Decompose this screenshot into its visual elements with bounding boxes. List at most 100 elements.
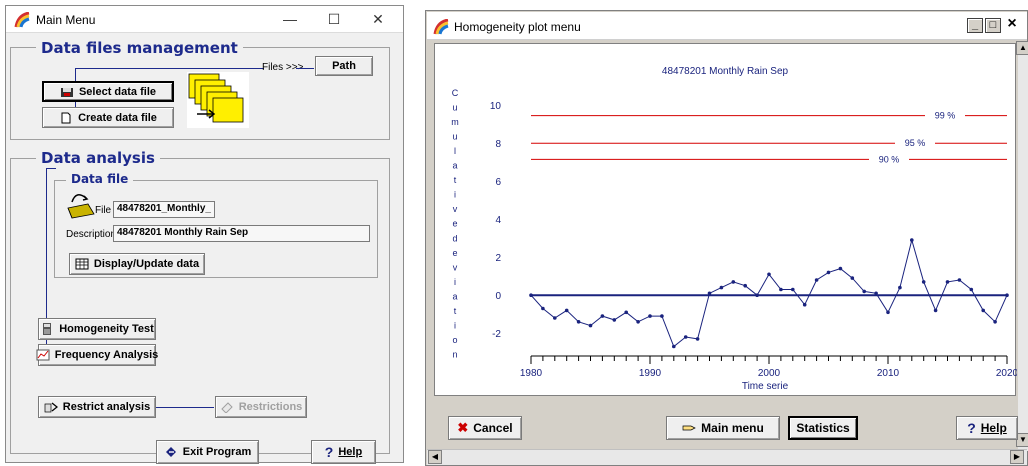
help-button[interactable]: ? Help bbox=[956, 416, 1018, 440]
x-tick-label: 2000 bbox=[758, 368, 781, 379]
select-data-file-button[interactable]: Select data file bbox=[42, 81, 174, 102]
scroll-up-arrow[interactable]: ▲ bbox=[1016, 41, 1028, 55]
data-point bbox=[862, 289, 866, 294]
app-icon bbox=[433, 19, 449, 35]
threshold-lines: 99 % 95 % 90 % bbox=[531, 111, 1007, 164]
data-point bbox=[767, 272, 771, 277]
data-point bbox=[624, 310, 628, 315]
data-point bbox=[576, 320, 581, 324]
file-field[interactable]: 48478201_Monthly_ bbox=[113, 201, 215, 218]
title-bar[interactable]: Homogeneity plot menu _ □ × bbox=[427, 12, 1027, 40]
restrictions-label: Restrictions bbox=[238, 401, 303, 413]
exit-program-button[interactable]: Exit Program bbox=[156, 440, 259, 464]
data-point bbox=[969, 287, 974, 292]
data-point bbox=[755, 293, 759, 297]
create-data-file-button[interactable]: Create data file bbox=[42, 107, 174, 128]
scroll-left-arrow[interactable]: ◀ bbox=[428, 450, 442, 464]
help-icon: ? bbox=[324, 444, 334, 460]
connector-line bbox=[75, 68, 76, 82]
y-tick-label: -2 bbox=[492, 329, 501, 340]
plot-area: 48478201 Monthly Rain Sep Cumulativedevi… bbox=[434, 43, 1019, 396]
window-title: Main Menu bbox=[36, 13, 96, 27]
minimize-button[interactable]: — bbox=[268, 6, 312, 33]
close-button[interactable]: × bbox=[1004, 16, 1020, 33]
cancel-button[interactable]: ✖ Cancel bbox=[448, 416, 522, 440]
disk-icon bbox=[60, 87, 73, 97]
series-line bbox=[530, 238, 1008, 348]
data-point bbox=[838, 266, 843, 271]
data-point bbox=[588, 323, 593, 328]
data-point bbox=[981, 308, 985, 313]
cancel-icon: ✖ bbox=[457, 420, 469, 435]
minimize-button[interactable]: _ bbox=[967, 18, 983, 33]
y-axis-label-char: i bbox=[454, 277, 456, 287]
data-point bbox=[921, 280, 926, 284]
data-point bbox=[957, 278, 962, 282]
data-analysis-group-title: Data analysis bbox=[36, 149, 160, 167]
description-field[interactable]: 48478201 Monthly Rain Sep bbox=[113, 225, 370, 242]
x-tick-label: 1990 bbox=[639, 368, 662, 379]
frequency-analysis-button[interactable]: Frequency Analysis bbox=[36, 344, 158, 366]
threshold-label: 90 % bbox=[879, 154, 900, 164]
connector-line bbox=[75, 68, 264, 69]
y-tick-label: 8 bbox=[495, 139, 501, 150]
data-file-group-title: Data file bbox=[66, 172, 134, 186]
help-label: Help bbox=[338, 446, 363, 458]
y-axis-label-char: v bbox=[453, 262, 458, 272]
connector-line bbox=[46, 168, 56, 169]
x-tick-label: 2020 bbox=[996, 368, 1017, 379]
y-tick-label: 2 bbox=[495, 253, 501, 264]
homogeneity-test-button[interactable]: Homogeneity Test bbox=[38, 318, 156, 340]
help-button[interactable]: ? Help bbox=[311, 440, 376, 464]
maximize-button[interactable]: □ bbox=[985, 18, 1001, 33]
connector-line bbox=[296, 68, 314, 69]
display-update-data-button[interactable]: Display/Update data bbox=[69, 253, 205, 275]
y-axis-label-char: u bbox=[452, 132, 457, 142]
help-label: Help bbox=[980, 421, 1007, 435]
vertical-scrollbar[interactable]: ▲ ▼ bbox=[1016, 41, 1028, 451]
title-bar[interactable]: Main Menu — ☐ ✕ bbox=[6, 6, 403, 33]
data-point bbox=[600, 314, 605, 318]
exit-icon bbox=[165, 447, 176, 457]
y-axis-label-char: t bbox=[454, 306, 457, 316]
data-point bbox=[731, 280, 736, 284]
scroll-right-arrow[interactable]: ▶ bbox=[1010, 450, 1024, 464]
y-axis-label: Cumulativedeviation bbox=[451, 88, 459, 359]
restrictions-button[interactable]: Restrictions bbox=[215, 396, 307, 418]
data-files-group-title: Data files management bbox=[36, 39, 243, 57]
select-data-file-label: Select data file bbox=[78, 85, 157, 98]
homogeneity-plot-window: Homogeneity plot menu _ □ × 48478201 Mon… bbox=[425, 10, 1028, 466]
data-point bbox=[933, 308, 938, 313]
data-point bbox=[564, 308, 569, 313]
homogeneity-test-label: Homogeneity Test bbox=[59, 323, 154, 335]
data-point bbox=[719, 285, 724, 290]
main-menu-button[interactable]: Main menu bbox=[666, 416, 780, 440]
pointing-hand-icon bbox=[682, 425, 696, 431]
table-icon bbox=[75, 258, 89, 270]
y-axis-label-char: e bbox=[452, 219, 457, 229]
data-point bbox=[707, 291, 712, 296]
statistics-button[interactable]: Statistics bbox=[788, 416, 858, 440]
y-axis-label-char: a bbox=[452, 161, 457, 171]
data-series bbox=[529, 238, 1009, 349]
data-point bbox=[660, 314, 664, 318]
data-point bbox=[636, 320, 640, 324]
horizontal-scrollbar[interactable]: ◀ ▶ bbox=[427, 449, 1027, 465]
restrict-analysis-button[interactable]: Restrict analysis bbox=[38, 396, 156, 418]
y-tick-label: 4 bbox=[495, 215, 501, 226]
maximize-button[interactable]: ☐ bbox=[312, 6, 356, 33]
data-point bbox=[874, 291, 878, 296]
path-button-label: Path bbox=[332, 60, 356, 72]
close-button[interactable]: ✕ bbox=[356, 6, 400, 33]
new-file-icon bbox=[61, 112, 71, 123]
path-button[interactable]: Path bbox=[315, 56, 373, 76]
data-point bbox=[529, 293, 533, 297]
description-label: Description bbox=[66, 229, 117, 240]
data-point bbox=[826, 270, 831, 275]
files-stack-icon bbox=[187, 72, 249, 128]
eraser-icon bbox=[220, 402, 233, 413]
data-point bbox=[1005, 293, 1009, 297]
chart-title: 48478201 Monthly Rain Sep bbox=[662, 66, 789, 77]
open-folder-icon bbox=[67, 194, 95, 219]
data-point bbox=[850, 276, 855, 280]
